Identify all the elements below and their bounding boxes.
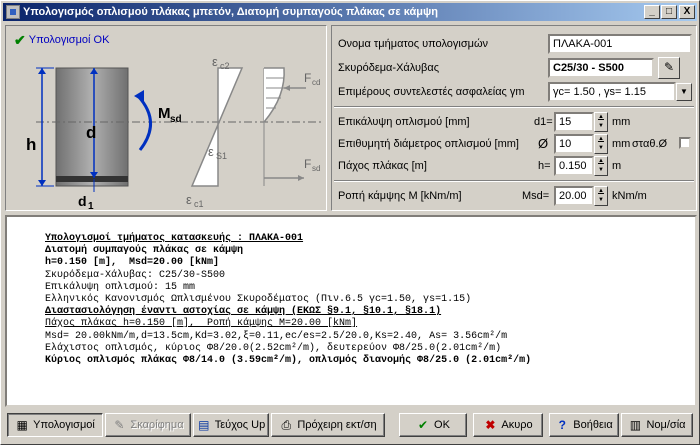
- cover-prefix: d1=: [534, 116, 553, 128]
- material-label: Σκυρόδεμα-Χάλυβας: [338, 62, 440, 74]
- report-line: Πάχος πλάκας h=0.150 [m], Ροπή κάμψης M=…: [45, 318, 358, 330]
- report-line: Κύριος οπλισμός πλάκας Φ8/14.0 (3.59cm²/…: [45, 355, 532, 367]
- report-line: Διαστασιολόγηση έναντι αστοχίας σε κάμψη…: [45, 306, 442, 318]
- diam-unit: mm: [612, 138, 631, 150]
- sketch-icon: ✎: [114, 418, 125, 432]
- report-line: Ελληνικός Κανονισμός Ωπλισμένου Σκυροδέμ…: [45, 294, 472, 306]
- thick-prefix: h=: [538, 160, 551, 172]
- material-field[interactable]: C25/30 - S500: [548, 58, 654, 78]
- minimize-button[interactable]: _: [644, 5, 660, 19]
- name-input[interactable]: [548, 34, 692, 54]
- moment-prefix: Msd=: [522, 190, 550, 202]
- moment-input[interactable]: [554, 186, 594, 206]
- diam-const-label: σταθ.Ø: [632, 138, 668, 150]
- cover-spinner[interactable]: ▲ ▼: [594, 112, 608, 132]
- msd-sub: sd: [170, 114, 182, 125]
- safety-label: Επιμέρους συντελεστές ασφαλείας γm: [338, 86, 525, 98]
- report-line: Msd= 20.00kNm/m,d=13.5cm,Kd=3.02,ξ=0.11,…: [45, 330, 508, 342]
- moment-label: Ροπή κάμψης M [kNm/m]: [338, 190, 462, 202]
- msd-label: M: [158, 105, 171, 122]
- report-line: Ελάχιστος οπλισμός, κύριος Φ8/20.0(2.52c…: [45, 342, 502, 354]
- calculator-icon: ▦: [16, 418, 28, 432]
- book-icon: ▤: [198, 418, 210, 432]
- moment-spinner[interactable]: ▲ ▼: [594, 186, 608, 206]
- printer-icon: ⎙: [281, 418, 292, 432]
- d1-sub: 1: [88, 201, 94, 210]
- diagram-panel: ✔ Υπολογισμοί ΟΚ h d d 1 M sd ε c2 ε S1 …: [5, 25, 327, 211]
- sketch-button[interactable]: ✎ Σκαρίφημα: [105, 413, 191, 437]
- fcd-sub: cd: [312, 78, 320, 87]
- fsd-label: F: [304, 157, 311, 171]
- fsd-sub: sd: [312, 164, 320, 173]
- window-title: Υπολογισμός οπλισμού πλάκας μπετόν, Διατ…: [23, 6, 438, 18]
- safety-select[interactable]: γc= 1.50 , γs= 1.15: [548, 82, 676, 102]
- ok-button[interactable]: ✔ OK: [399, 413, 467, 437]
- ec1-sub: c1: [194, 199, 204, 209]
- diam-const-checkbox[interactable]: [679, 137, 691, 149]
- question-icon: ?: [558, 418, 566, 432]
- ok-check-icon: ✔: [418, 418, 429, 432]
- units-button[interactable]: ▥ Νομ/σία: [621, 413, 693, 437]
- fcd-label: F: [304, 71, 311, 85]
- ec1-label: ε: [186, 192, 192, 207]
- d-label: d: [86, 123, 96, 142]
- thick-unit: m: [612, 160, 622, 172]
- name-label: Ονομα τμήματος υπολογισμών: [338, 38, 489, 50]
- material-picker-icon[interactable]: ✎: [658, 57, 680, 79]
- report-line: Επικάλυψη οπλισμού: 15 mm: [45, 281, 196, 293]
- thick-spinner[interactable]: ▲ ▼: [594, 156, 608, 176]
- es1-sub: S1: [216, 151, 227, 161]
- thick-input[interactable]: [554, 156, 594, 176]
- maximize-button[interactable]: □: [661, 5, 677, 19]
- cancel-x-icon: ✖: [485, 418, 496, 432]
- thick-label: Πάχος πλάκας [m]: [338, 160, 427, 172]
- draft-print-button[interactable]: ⎙ Πρόχειρη εκτ/ση: [271, 413, 385, 437]
- cover-label: Επικάλυψη οπλισμού [mm]: [338, 116, 470, 128]
- help-button[interactable]: ? Βοήθεια: [549, 413, 619, 437]
- calc-button[interactable]: ▦ Υπολογισμοί: [7, 413, 103, 437]
- report-line: Υπολογισμοί τμήματος κατασκευής : ΠΛΑΚΑ-…: [45, 233, 304, 244]
- report-area[interactable]: Υπολογισμοί τμήματος κατασκευής : ΠΛΑΚΑ-…: [5, 215, 697, 407]
- report-button[interactable]: ▤ Τεύχος Up: [193, 413, 269, 437]
- section-diagram: h d d 1 M sd ε c2 ε S1 ε c1 F cd F sd: [26, 54, 321, 210]
- diam-input[interactable]: [554, 134, 594, 154]
- app-icon: [6, 5, 20, 19]
- cover-unit: mm: [612, 116, 631, 128]
- diam-spinner[interactable]: ▲ ▼: [594, 134, 608, 154]
- diam-label: Επιθυμητή διάμετρος οπλισμού [mm]: [338, 138, 519, 150]
- app-window: Υπολογισμός οπλισμού πλάκας μπετόν, Διατ…: [0, 0, 700, 445]
- units-icon: ▥: [629, 418, 642, 432]
- report-line: Διατομή συμπαγούς πλάκας σε κάμψη: [45, 245, 244, 257]
- report-line: h=0.150 [m], Msd=20.00 [kNm]: [45, 257, 220, 269]
- close-button[interactable]: X: [679, 5, 695, 19]
- h-label: h: [26, 135, 36, 154]
- ec2-sub: c2: [220, 61, 230, 71]
- es1-label: ε: [208, 144, 214, 159]
- cancel-button[interactable]: ✖ Ακυρο: [473, 413, 543, 437]
- input-panel: Ονομα τμήματος υπολογισμών Σκυρόδεμα-Χάλ…: [331, 25, 697, 211]
- report-line: Σκυρόδεμα-Χάλυβας: C25/30-S500: [45, 269, 226, 281]
- cover-input[interactable]: [554, 112, 594, 132]
- moment-unit: kNm/m: [612, 190, 647, 202]
- title-bar: Υπολογισμός οπλισμού πλάκας μπετόν, Διατ…: [3, 3, 697, 21]
- diam-prefix: Ø: [538, 136, 549, 151]
- d1-label: d: [78, 193, 87, 209]
- ec2-label: ε: [212, 54, 218, 69]
- chevron-down-icon[interactable]: ▼: [676, 83, 692, 101]
- rebar-layer: [56, 176, 128, 182]
